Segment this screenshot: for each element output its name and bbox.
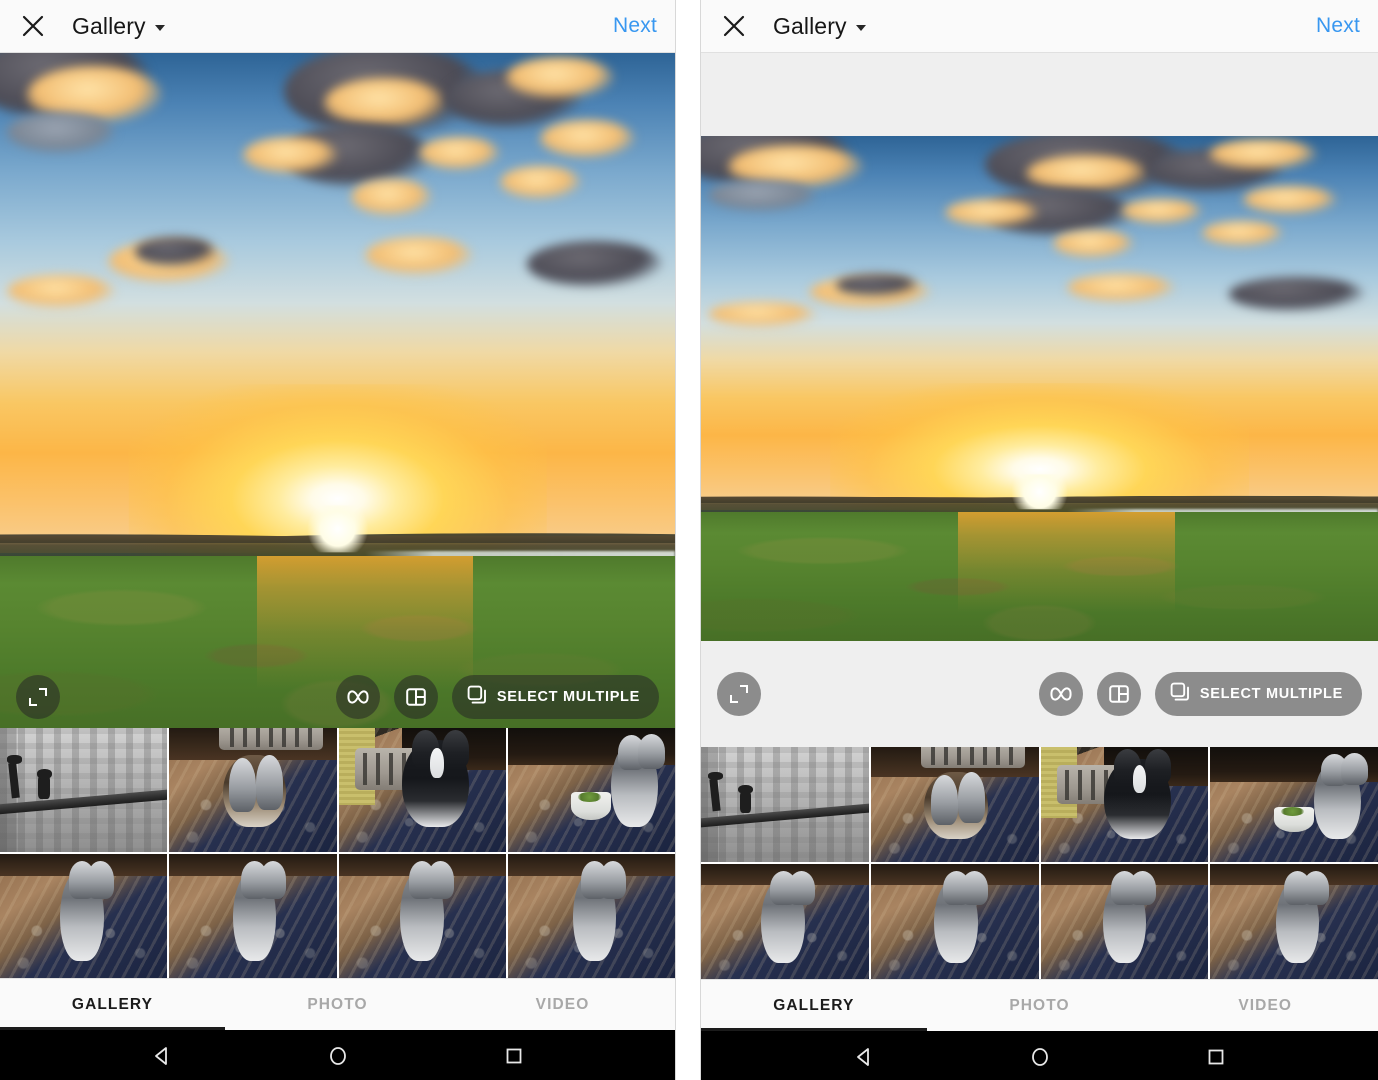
list-item[interactable] [339, 854, 506, 978]
list-item[interactable] [701, 864, 869, 979]
thumbnail-grid [0, 728, 675, 978]
android-nav-bar [0, 1030, 675, 1080]
select-multiple-button[interactable]: SELECT MULTIPLE [1155, 672, 1362, 716]
expand-aspect-icon[interactable] [16, 675, 60, 719]
chevron-down-icon [856, 25, 866, 31]
back-triangle-icon[interactable] [145, 1039, 179, 1073]
sun-disc [1006, 474, 1074, 509]
android-nav-bar [701, 1031, 1378, 1080]
list-item[interactable] [1041, 864, 1209, 979]
gallery-dropdown[interactable]: Gallery [72, 13, 165, 40]
back-triangle-icon[interactable] [847, 1040, 881, 1074]
list-item[interactable] [701, 747, 869, 862]
grass-field [701, 512, 1378, 641]
close-icon[interactable] [719, 11, 749, 41]
preview-toolbar: SELECT MULTIPLE [701, 641, 1378, 747]
layout-icon[interactable] [394, 675, 438, 719]
home-circle-icon[interactable] [1023, 1040, 1057, 1074]
select-multiple-label: SELECT MULTIPLE [497, 689, 640, 705]
preview-toolbar: SELECT MULTIPLE [0, 666, 675, 728]
infinity-icon[interactable] [1039, 672, 1083, 716]
tab-photo[interactable]: PHOTO [927, 980, 1153, 1031]
app-header: Gallery Next [701, 0, 1378, 53]
panel-right-fit-view: Gallery Next [700, 0, 1378, 1080]
tab-gallery[interactable]: GALLERY [0, 979, 225, 1030]
sunset-photo [701, 136, 1378, 641]
tab-gallery[interactable]: GALLERY [701, 980, 927, 1031]
list-item[interactable] [508, 728, 675, 852]
gallery-dropdown[interactable]: Gallery [773, 13, 866, 40]
app-header: Gallery Next [0, 0, 675, 53]
sunset-photo [0, 53, 675, 728]
next-button[interactable]: Next [613, 14, 657, 38]
letterbox-top [701, 53, 1378, 136]
list-item[interactable] [0, 728, 167, 852]
screenshot-root: Gallery Next [0, 0, 1378, 1080]
panel-divider [676, 0, 700, 1080]
list-item[interactable] [339, 728, 506, 852]
recents-square-icon[interactable] [497, 1039, 531, 1073]
list-item[interactable] [169, 728, 336, 852]
stacked-squares-icon [467, 685, 487, 710]
gallery-title-label: Gallery [773, 13, 847, 40]
toolbar-right-group: SELECT MULTIPLE [1039, 672, 1362, 716]
gallery-title-label: Gallery [72, 13, 146, 40]
expand-aspect-icon[interactable] [717, 672, 761, 716]
chevron-down-icon [155, 25, 165, 31]
infinity-icon[interactable] [336, 675, 380, 719]
list-item[interactable] [508, 854, 675, 978]
select-multiple-label: SELECT MULTIPLE [1200, 686, 1343, 702]
bottom-tab-bar: GALLERY PHOTO VIDEO [0, 978, 675, 1030]
home-circle-icon[interactable] [321, 1039, 355, 1073]
list-item[interactable] [871, 747, 1039, 862]
list-item[interactable] [169, 854, 336, 978]
next-button[interactable]: Next [1316, 14, 1360, 38]
stacked-squares-icon [1170, 682, 1190, 707]
panel-left-cropped-view: Gallery Next [0, 0, 676, 1080]
list-item[interactable] [1210, 864, 1378, 979]
layout-icon[interactable] [1097, 672, 1141, 716]
sun-disc [304, 505, 372, 552]
list-item[interactable] [0, 854, 167, 978]
tab-photo[interactable]: PHOTO [225, 979, 450, 1030]
photo-preview[interactable] [701, 136, 1378, 641]
list-item[interactable] [871, 864, 1039, 979]
photo-preview[interactable]: SELECT MULTIPLE [0, 53, 675, 728]
list-item[interactable] [1041, 747, 1209, 862]
select-multiple-button[interactable]: SELECT MULTIPLE [452, 675, 659, 719]
tab-video[interactable]: VIDEO [1152, 980, 1378, 1031]
recents-square-icon[interactable] [1199, 1040, 1233, 1074]
toolbar-right-group: SELECT MULTIPLE [336, 675, 659, 719]
list-item[interactable] [1210, 747, 1378, 862]
close-icon[interactable] [18, 11, 48, 41]
bottom-tab-bar: GALLERY PHOTO VIDEO [701, 979, 1378, 1031]
tab-video[interactable]: VIDEO [450, 979, 675, 1030]
thumbnail-grid [701, 747, 1378, 979]
